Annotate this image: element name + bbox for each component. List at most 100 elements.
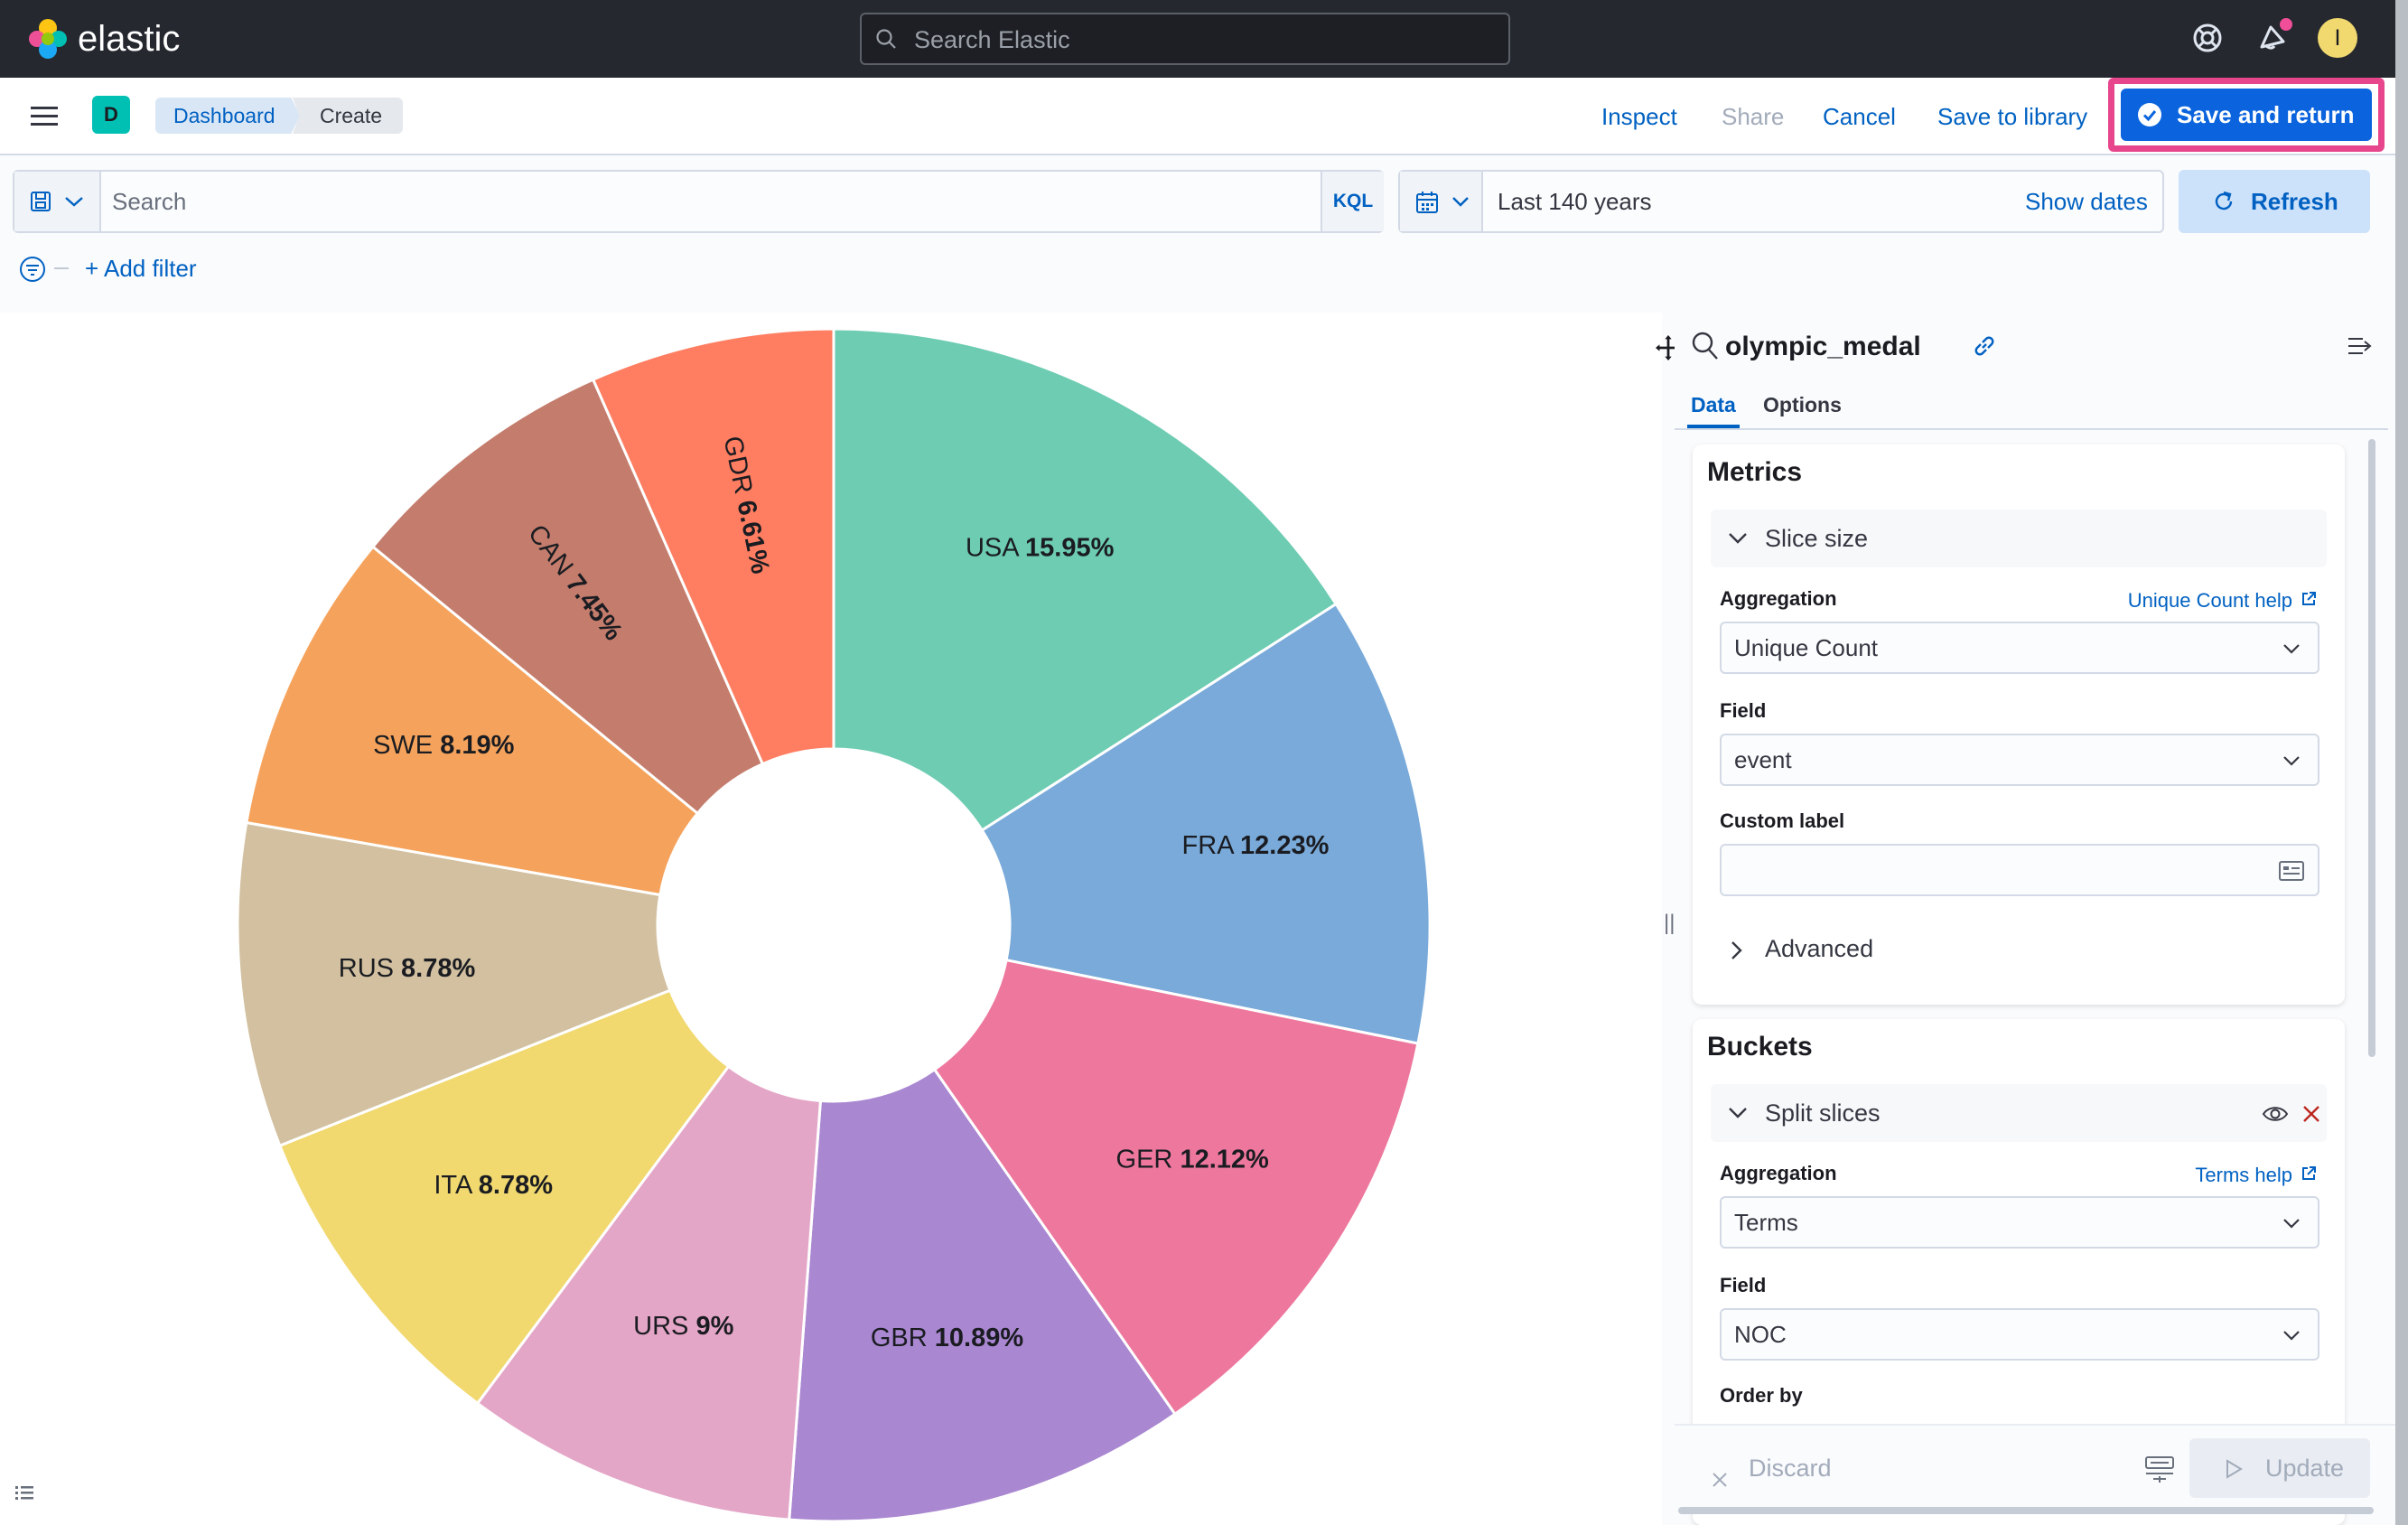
buckets-title: Buckets <box>1707 1032 1813 1062</box>
field-value: event <box>1734 746 1792 773</box>
app-bar: D Dashboard Create Inspect Share Cancel … <box>0 78 2395 155</box>
index-pattern-icon <box>1691 331 1720 366</box>
cancel-button[interactable]: Cancel <box>1823 101 1896 132</box>
resize-handle-icon[interactable]: || <box>1664 911 1675 936</box>
eye-icon[interactable] <box>2262 1104 2289 1128</box>
help-link-label: Unique Count help <box>2127 589 2292 612</box>
aggregation-label: Aggregation <box>1720 587 1837 610</box>
slice-percentage: 8.19% <box>440 731 514 760</box>
space-avatar[interactable]: D <box>92 96 130 134</box>
chevron-right-icon <box>1727 940 1745 966</box>
custom-label-label: Custom label <box>1720 809 1845 832</box>
slice-size-accordion[interactable]: Slice size <box>1711 510 2327 567</box>
tab-data[interactable]: Data <box>1687 388 1740 428</box>
slice-percentage: 12.23% <box>1240 831 1330 860</box>
bucket-aggregation-select[interactable]: Terms <box>1720 1196 2319 1249</box>
collapse-sidebar-icon[interactable] <box>2347 334 2374 362</box>
query-bar: KQL <box>13 170 1384 233</box>
help-icon[interactable] <box>2189 20 2226 61</box>
refresh-label: Refresh <box>2251 188 2338 215</box>
slice-size-title: Slice size <box>1765 525 1869 552</box>
auto-apply-icon[interactable] <box>2144 1455 2175 1488</box>
unique-count-help-link[interactable]: Unique Count help <box>2128 589 2318 613</box>
bucket-field-select[interactable]: NOC <box>1720 1308 2319 1361</box>
metrics-panel: Metrics Slice size Aggregation Unique Co… <box>1693 444 2345 1005</box>
update-button[interactable]: Update <box>2189 1438 2370 1498</box>
slice-label-gbr: GBR 10.89% <box>871 1324 1023 1352</box>
tab-options[interactable]: Options <box>1763 388 1842 428</box>
chevron-down-icon <box>1451 193 1470 214</box>
user-avatar[interactable]: I <box>2318 18 2357 58</box>
help-link-label: Terms help <box>2195 1164 2292 1186</box>
slice-percentage: 8.78% <box>401 954 475 983</box>
chevron-down-icon <box>2282 1216 2301 1235</box>
breadcrumb-dashboard[interactable]: Dashboard <box>155 98 300 134</box>
editor-footer: Discard Update <box>1675 1424 2395 1511</box>
split-slices-accordion[interactable]: Split slices <box>1711 1084 2327 1142</box>
query-search-input[interactable] <box>110 184 1284 219</box>
slice-label-ita: ITA 8.78% <box>434 1171 553 1200</box>
add-filter-button[interactable]: + Add filter <box>85 253 197 284</box>
custom-label-input[interactable] <box>1720 844 2319 896</box>
global-search-input[interactable] <box>912 23 1490 56</box>
save-and-return-button[interactable]: Save and return <box>2121 89 2372 141</box>
aggregation-value: Unique Count <box>1734 634 1878 661</box>
window-scrollbar[interactable] <box>2395 0 2408 1525</box>
bucket-aggregation-value: Terms <box>1734 1209 1798 1236</box>
sidebar-horizontal-scrollbar[interactable] <box>1678 1507 2374 1514</box>
discard-label: Discard <box>1749 1455 1832 1482</box>
search-icon <box>874 27 898 55</box>
aggregation-label: Aggregation <box>1720 1162 1837 1184</box>
link-icon[interactable] <box>1971 332 1998 364</box>
slice-percentage: 12.12% <box>1180 1145 1269 1174</box>
slice-percentage: 9% <box>695 1312 733 1341</box>
date-range-value[interactable]: Last 140 years <box>1498 172 1652 231</box>
chevron-down-icon <box>2282 753 2301 772</box>
slice-category: FRA <box>1182 831 1240 860</box>
aggregation-select[interactable]: Unique Count <box>1720 622 2319 674</box>
slice-percentage: 15.95% <box>1025 533 1115 562</box>
elastic-logo-icon[interactable] <box>25 16 70 61</box>
terms-help-link[interactable]: Terms help <box>2195 1164 2318 1188</box>
pie-chart: USA 15.95% FRA 12.23% GER 12.12% GBR 10.89%… <box>236 327 1432 1523</box>
external-link-icon <box>2300 590 2318 613</box>
field-select[interactable]: event <box>1720 734 2319 786</box>
visualization-canvas: USA 15.95% FRA 12.23% GER 12.12% GBR 10.89%… <box>0 313 1662 1525</box>
chevron-down-icon <box>1727 1104 1749 1127</box>
filter-menu-icon[interactable] <box>18 255 47 288</box>
save-to-library-button[interactable]: Save to library <box>1937 101 2087 132</box>
saved-query-menu-button[interactable] <box>14 172 101 231</box>
close-icon <box>1711 1460 1729 1502</box>
notification-dot <box>2278 16 2294 33</box>
play-icon <box>2224 1458 2244 1486</box>
query-language-button[interactable]: KQL <box>1321 172 1384 231</box>
inspect-button[interactable]: Inspect <box>1601 101 1677 132</box>
share-button[interactable]: Share <box>1722 101 1784 132</box>
global-search[interactable] <box>860 13 1510 65</box>
slice-category: URS <box>633 1312 695 1341</box>
legend-toggle-icon[interactable] <box>13 1482 36 1510</box>
refresh-button[interactable]: Refresh <box>2179 170 2370 233</box>
advanced-title: Advanced <box>1765 935 1874 962</box>
slice-category: GER <box>1116 1145 1181 1174</box>
update-label: Update <box>2265 1455 2345 1482</box>
split-slices-title: Split slices <box>1765 1099 1881 1127</box>
slice-label-fra: FRA 12.23% <box>1182 831 1330 860</box>
chevron-down-icon <box>63 193 85 214</box>
quick-date-menu-button[interactable] <box>1400 172 1483 231</box>
editor-tabs: Data Options <box>1675 388 2388 430</box>
slice-category: ITA <box>434 1171 478 1200</box>
order-by-label: Order by <box>1720 1384 1803 1407</box>
sidebar-scrollbar[interactable] <box>2368 439 2375 1057</box>
chevron-down-icon <box>1727 529 1749 552</box>
show-dates-button[interactable]: Show dates <box>2025 172 2148 231</box>
slice-category: GBR <box>871 1324 935 1352</box>
close-icon[interactable] <box>2301 1104 2321 1128</box>
chevron-down-icon <box>2282 1328 2301 1347</box>
advanced-accordion[interactable]: Advanced <box>1711 922 2327 976</box>
slice-percentage: 10.89% <box>935 1324 1024 1352</box>
bucket-field-value: NOC <box>1734 1321 1787 1348</box>
metrics-title: Metrics <box>1707 457 1803 487</box>
brand-name[interactable]: elastic <box>78 16 180 61</box>
menu-icon[interactable] <box>29 103 60 135</box>
